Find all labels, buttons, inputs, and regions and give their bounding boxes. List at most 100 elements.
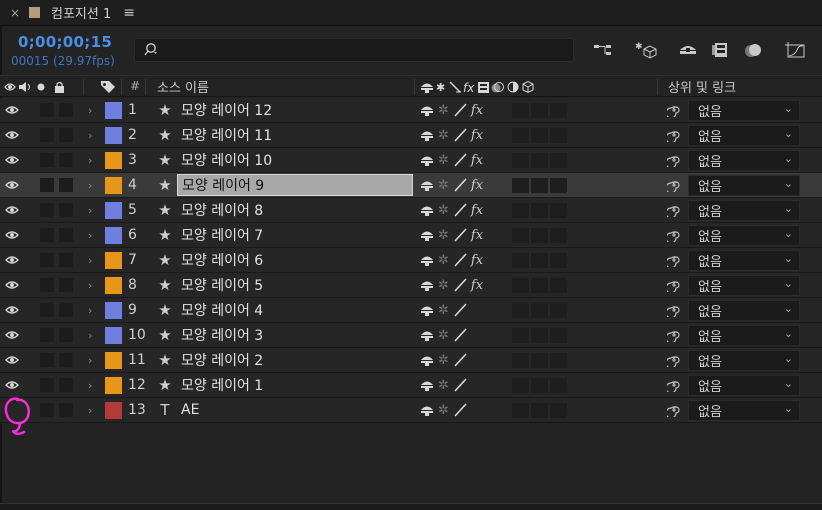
lock-switch[interactable] [59, 103, 73, 117]
motion-blur-icon[interactable] [742, 39, 766, 61]
collapse-switch-icon[interactable]: ✲ [438, 403, 449, 418]
shy-switch-icon[interactable] [420, 329, 434, 342]
layer-row[interactable]: › 13 T AE ✲ 없음 ⌄ [0, 398, 822, 423]
layer-switch-boxes[interactable] [512, 173, 568, 197]
visibility-eye-icon[interactable] [4, 273, 20, 297]
collapse-switch-icon[interactable]: ✲ [438, 203, 449, 218]
layer-name[interactable]: 모양 레이어 8 [177, 198, 413, 222]
quality-switch-icon[interactable] [453, 228, 467, 242]
collapse-switch-icon[interactable]: ✲ [438, 103, 449, 118]
twirl-expand-icon[interactable]: › [88, 248, 92, 272]
parent-pickwhip-icon[interactable] [666, 298, 682, 322]
effects-fx-icon[interactable]: fx [471, 128, 483, 143]
layer-name[interactable]: 모양 레이어 12 [177, 98, 413, 122]
solo-switch[interactable] [40, 103, 54, 117]
parent-pickwhip-icon[interactable] [666, 98, 682, 122]
shy-switch-icon[interactable] [420, 379, 434, 392]
visibility-eye-icon[interactable] [4, 348, 20, 372]
twirl-expand-icon[interactable]: › [88, 348, 92, 372]
visibility-eye-icon[interactable] [4, 98, 20, 122]
layer-name[interactable]: AE [177, 398, 413, 422]
shy-switch-icon[interactable] [420, 354, 434, 367]
parent-dropdown[interactable]: 없음 ⌄ [688, 375, 800, 396]
twirl-expand-icon[interactable]: › [88, 398, 92, 422]
solo-switch[interactable] [40, 203, 54, 217]
layer-row[interactable]: › 8 ★ 모양 레이어 5 ✲ fx 없음 ⌄ [0, 273, 822, 298]
layer-row[interactable]: › 6 ★ 모양 레이어 7 ✲ fx 없음 ⌄ [0, 223, 822, 248]
quality-switch-icon[interactable] [453, 403, 467, 417]
parent-dropdown[interactable]: 없음 ⌄ [688, 200, 800, 221]
effects-fx-icon[interactable]: fx [471, 178, 483, 193]
collapse-switch-icon[interactable]: ✲ [438, 303, 449, 318]
parent-dropdown[interactable]: 없음 ⌄ [688, 300, 800, 321]
quality-switch-icon[interactable] [453, 278, 467, 292]
parent-pickwhip-icon[interactable] [666, 373, 682, 397]
visibility-eye-icon[interactable] [4, 148, 20, 172]
visibility-eye-icon[interactable] [4, 298, 20, 322]
layer-name[interactable]: 모양 레이어 7 [177, 223, 413, 247]
search-input[interactable] [134, 38, 574, 62]
layer-label-color[interactable] [105, 277, 122, 294]
shy-switch-icon[interactable] [420, 129, 434, 142]
effects-fx-icon[interactable]: fx [471, 203, 483, 218]
shy-switch-icon[interactable] [420, 279, 434, 292]
solo-switch[interactable] [40, 278, 54, 292]
layer-label-color[interactable] [105, 252, 122, 269]
layer-switch-boxes[interactable] [512, 398, 568, 422]
quality-switch-icon[interactable] [453, 203, 467, 217]
quality-switch-icon[interactable] [453, 178, 467, 192]
visibility-eye-icon[interactable] [4, 373, 20, 397]
lock-switch[interactable] [59, 303, 73, 317]
layer-name[interactable]: 모양 레이어 6 [177, 248, 413, 272]
draft-3d-icon[interactable]: ✱ [634, 39, 658, 61]
solo-switch[interactable] [40, 253, 54, 267]
twirl-expand-icon[interactable]: › [88, 373, 92, 397]
solo-switch[interactable] [40, 328, 54, 342]
effects-fx-icon[interactable]: fx [471, 278, 483, 293]
layer-label-color[interactable] [105, 152, 122, 169]
source-name-header[interactable]: 소스 이름 [157, 77, 209, 96]
shy-switch-icon[interactable] [420, 254, 434, 267]
lock-switch[interactable] [59, 353, 73, 367]
layer-switch-boxes[interactable] [512, 98, 568, 122]
shy-switch-icon[interactable] [420, 104, 434, 117]
layer-name[interactable]: 모양 레이어 10 [177, 148, 413, 172]
layer-switch-boxes[interactable] [512, 373, 568, 397]
close-tab-icon[interactable]: × [10, 6, 22, 20]
layer-name[interactable]: 모양 레이어 2 [177, 348, 413, 372]
solo-switch[interactable] [40, 353, 54, 367]
layer-row[interactable]: › 9 ★ 모양 레이어 4 ✲ 없음 ⌄ [0, 298, 822, 323]
quality-switch-icon[interactable] [453, 378, 467, 392]
switches-header-icons[interactable]: ✱ fx [420, 80, 570, 94]
layer-row[interactable]: › 2 ★ 모양 레이어 11 ✲ fx 없음 ⌄ [0, 123, 822, 148]
twirl-expand-icon[interactable]: › [88, 148, 92, 172]
layer-name[interactable]: 모양 레이어 4 [177, 298, 413, 322]
av-features-header-icons[interactable] [4, 80, 76, 94]
parent-pickwhip-icon[interactable] [666, 398, 682, 422]
visibility-eye-icon[interactable] [4, 198, 20, 222]
lock-switch[interactable] [59, 328, 73, 342]
shy-layers-icon[interactable] [676, 39, 700, 61]
parent-dropdown[interactable]: 없음 ⌄ [688, 275, 800, 296]
panel-menu-icon[interactable]: ≡ [123, 5, 135, 21]
parent-pickwhip-icon[interactable] [666, 323, 682, 347]
layer-switch-boxes[interactable] [512, 248, 568, 272]
layer-switch-boxes[interactable] [512, 123, 568, 147]
quality-switch-icon[interactable] [453, 153, 467, 167]
layer-name[interactable]: 모양 레이어 1 [177, 373, 413, 397]
visibility-eye-icon[interactable] [4, 248, 20, 272]
visibility-eye-icon[interactable] [4, 323, 20, 347]
solo-switch[interactable] [40, 403, 54, 417]
layer-name[interactable]: 모양 레이어 3 [177, 323, 413, 347]
layer-label-color[interactable] [105, 102, 122, 119]
layer-name[interactable]: 모양 레이어 5 [177, 273, 413, 297]
lock-switch[interactable] [59, 278, 73, 292]
layer-switch-boxes[interactable] [512, 298, 568, 322]
composition-tab-title[interactable]: 컴포지션 1 [51, 3, 111, 22]
parent-pickwhip-icon[interactable] [666, 273, 682, 297]
collapse-switch-icon[interactable]: ✲ [438, 353, 449, 368]
visibility-eye-icon[interactable] [4, 173, 20, 197]
layer-switch-boxes[interactable] [512, 223, 568, 247]
layer-switch-boxes[interactable] [512, 148, 568, 172]
parent-dropdown[interactable]: 없음 ⌄ [688, 350, 800, 371]
